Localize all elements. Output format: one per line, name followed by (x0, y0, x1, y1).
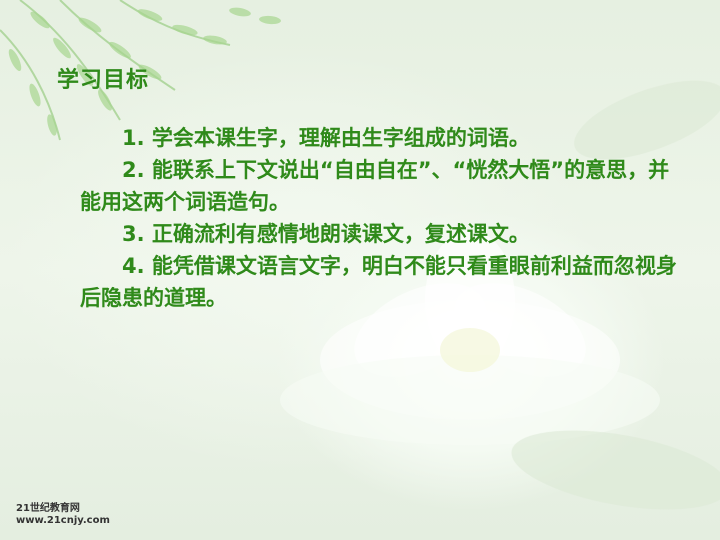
objective-item-4: 4. 能凭借课文语言文字，明白不能只看重眼前利益而忽视身后隐患的道理。 (80, 254, 677, 310)
slide-canvas: 学习目标 1. 学会本课生字，理解由生字组成的词语。 2. 能联系上下文说出“自… (0, 0, 720, 540)
objective-item-1: 1. 学会本课生字，理解由生字组成的词语。 (122, 126, 530, 150)
logo-url: www.21cnjy.com (16, 515, 110, 526)
objective-item-3: 3. 正确流利有感情地朗读课文，复述课文。 (122, 222, 530, 246)
slide-title: 学习目标 (57, 68, 150, 93)
objective-item-2: 2. 能联系上下文说出“自由自在”、“恍然大悟”的意思，并能用这两个词语造句。 (80, 158, 670, 214)
site-logo: 21世纪教育网 www.21cnjy.com (16, 503, 110, 527)
objectives-list: 1. 学会本课生字，理解由生字组成的词语。 2. 能联系上下文说出“自由自在”、… (80, 122, 680, 314)
logo-name: 21世纪教育网 (16, 503, 80, 514)
